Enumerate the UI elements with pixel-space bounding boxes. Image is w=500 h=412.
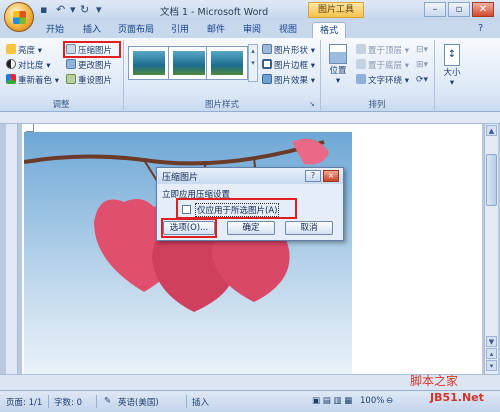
picture-styles-group-label: 图片样式 — [204, 100, 239, 110]
tab-review[interactable]: 审阅 — [238, 22, 266, 38]
close-button[interactable]: ✕ — [472, 2, 494, 17]
vertical-scrollbar[interactable]: ▲ ▼ ▴ ▾ — [484, 124, 498, 374]
next-page-icon[interactable]: ▾ — [486, 360, 497, 371]
ok-button[interactable]: 确定 — [227, 221, 275, 235]
undo-icon[interactable]: ↶ — [56, 4, 65, 16]
page-count[interactable]: 页面: 1/1 — [6, 396, 42, 408]
tab-home[interactable]: 开始 — [40, 22, 70, 38]
text-wrap-icon — [356, 74, 366, 84]
tab-insert[interactable]: 插入 — [78, 22, 106, 38]
margin-marker — [26, 124, 34, 132]
shape-icon — [262, 44, 272, 54]
scroll-down-icon[interactable]: ▼ — [486, 336, 497, 347]
border-icon — [262, 59, 272, 69]
group-icon[interactable]: ⊞▾ — [416, 59, 428, 71]
send-to-back-button[interactable]: 置于底层 ▾ — [356, 59, 409, 72]
save-icon[interactable]: ▪ — [40, 4, 47, 16]
ribbon-tabs: 开始 插入 页面布局 引用 邮件 审阅 视图 格式 ? — [0, 20, 500, 38]
status-separator — [96, 395, 97, 408]
rotate-icon[interactable]: ⟳▾ — [416, 74, 428, 86]
group-separator — [320, 40, 321, 110]
dialog-titlebar: 压缩图片 ? × — [157, 168, 343, 184]
recolor-button[interactable]: 重新着色 ▾ — [6, 74, 59, 87]
position-icon — [329, 44, 347, 64]
tab-format[interactable]: 格式 — [312, 22, 346, 38]
text-wrap-button[interactable]: 文字环绕 ▾ — [356, 74, 409, 87]
minimize-button[interactable]: – — [424, 2, 446, 17]
title-bar: ▪ ↶ ▾ ↻ ▾ 文档 1 - Microsoft Word 图片工具 – ▫… — [0, 0, 500, 20]
brightness-icon — [6, 44, 16, 54]
picture-shape-button[interactable]: 图片形状 ▾ — [262, 44, 315, 57]
dialog-help-button[interactable]: ? — [305, 170, 321, 182]
reset-picture-button[interactable]: 重设图片 — [66, 74, 112, 87]
effects-icon — [262, 74, 272, 84]
picture-tools-label: 图片工具 — [308, 2, 364, 18]
position-button[interactable]: 位置 ▾ — [326, 44, 350, 86]
group-separator — [434, 40, 435, 110]
redo-icon[interactable]: ↻ — [80, 4, 89, 16]
help-icon[interactable]: ? — [478, 23, 483, 35]
options-highlight — [161, 218, 217, 238]
prev-page-icon[interactable]: ▴ — [486, 348, 497, 359]
brightness-button[interactable]: 亮度 ▾ — [6, 44, 42, 57]
send-back-icon — [356, 59, 366, 69]
style-thumbnail[interactable] — [206, 46, 248, 80]
change-picture-icon — [66, 59, 76, 69]
spelling-icon[interactable]: ✎ — [104, 396, 111, 406]
adjust-group-label: 调整 — [52, 100, 70, 110]
style-thumbnail[interactable] — [168, 46, 210, 80]
tab-view[interactable]: 视图 — [274, 22, 302, 38]
style-thumbnail[interactable] — [128, 46, 170, 80]
watermark-text: 脚本之家 — [410, 374, 459, 388]
insert-mode[interactable]: 插入 — [192, 396, 209, 408]
align-icon[interactable]: ⊟▾ — [416, 44, 428, 56]
scroll-thumb[interactable] — [486, 154, 497, 206]
size-icon: ↕ — [444, 44, 460, 66]
document-title: 文档 1 - Microsoft Word — [160, 7, 269, 18]
bring-to-front-button[interactable]: 置于顶层 ▾ — [356, 44, 409, 57]
zoom-level[interactable]: 100% — [360, 396, 384, 406]
recolor-icon — [6, 74, 16, 84]
compress-highlight — [63, 41, 121, 58]
word-count[interactable]: 字数: 0 — [54, 396, 82, 408]
reset-picture-icon — [66, 74, 76, 84]
document-page[interactable] — [22, 124, 482, 374]
picture-effects-button[interactable]: 图片效果 ▾ — [262, 74, 315, 87]
vertical-ruler — [6, 124, 18, 374]
gallery-scroll[interactable]: ▴ ▾ — [248, 44, 258, 82]
horizontal-ruler — [0, 112, 500, 124]
scroll-up-icon[interactable]: ▲ — [486, 125, 497, 136]
dropdown-icon[interactable]: ▾ — [70, 4, 76, 16]
contrast-icon — [6, 59, 16, 69]
view-buttons[interactable]: ▣ ▤ ▥ ▦ — [312, 396, 352, 406]
office-logo-icon — [13, 11, 26, 24]
customize-icon[interactable]: ▾ — [96, 4, 102, 16]
status-separator — [186, 395, 187, 408]
dialog-close-button[interactable]: × — [323, 170, 339, 182]
arrange-group-label: 排列 — [368, 100, 386, 110]
site-watermark: 脚本之家 JB51.Net — [400, 372, 498, 410]
dialog-launcher-icon[interactable]: ↘ — [309, 98, 315, 110]
zoom-out-icon[interactable]: ⊖ — [386, 396, 393, 406]
watermark-url: JB51.Net — [430, 391, 484, 404]
language-indicator[interactable]: 英语(美国) — [118, 396, 159, 408]
dialog-title: 压缩图片 — [162, 173, 199, 183]
status-separator — [48, 395, 49, 408]
bring-front-icon — [356, 44, 366, 54]
tab-page-layout[interactable]: 页面布局 — [114, 22, 158, 38]
change-picture-button[interactable]: 更改图片 — [66, 59, 112, 72]
office-button[interactable] — [4, 2, 34, 32]
maximize-button[interactable]: ▫ — [448, 2, 470, 17]
size-button[interactable]: ↕ 大小 ▾ — [440, 44, 464, 88]
contrast-button[interactable]: 对比度 ▾ — [6, 59, 50, 72]
tab-mailings[interactable]: 邮件 — [202, 22, 230, 38]
cancel-button[interactable]: 取消 — [285, 221, 333, 235]
tab-references[interactable]: 引用 — [166, 22, 194, 38]
picture-border-button[interactable]: 图片边框 ▾ — [262, 59, 315, 72]
checkbox-highlight — [176, 198, 297, 219]
